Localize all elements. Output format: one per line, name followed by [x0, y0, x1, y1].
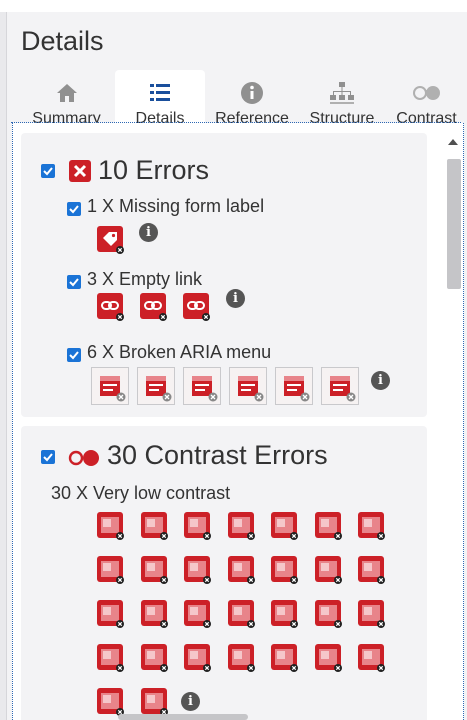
broken-aria-menu-icon[interactable]	[321, 367, 359, 405]
info-icon	[241, 82, 263, 104]
very-low-contrast-icon[interactable]	[314, 600, 343, 628]
broken-aria-menu-text: 6 X Broken ARIA menu	[87, 342, 272, 362]
page-title: Details	[21, 26, 104, 56]
check-icon	[69, 351, 79, 360]
empty-link-checkbox[interactable]	[67, 275, 81, 289]
broken-aria-menu-icon[interactable]	[91, 367, 129, 405]
very-low-contrast-icon[interactable]	[140, 688, 169, 716]
very-low-contrast-icon[interactable]	[140, 644, 169, 672]
empty-link-icon[interactable]	[97, 293, 125, 321]
contrast-group: 30 Contrast Errors 30 X Very low contras…	[21, 426, 427, 720]
very-low-contrast-icon[interactable]	[271, 556, 299, 584]
errors-group: 10 Errors 1 X Missing form label i 3 X E…	[21, 133, 427, 417]
very-low-contrast-icon[interactable]	[271, 644, 299, 672]
very-low-contrast-icon[interactable]	[358, 600, 386, 628]
contrast-icon	[412, 86, 440, 100]
empty-link-icon[interactable]	[183, 293, 211, 321]
very-low-contrast-icon[interactable]	[271, 512, 299, 540]
very-low-contrast-icon[interactable]	[97, 600, 125, 628]
broken-aria-menu-icon[interactable]	[183, 367, 221, 405]
check-icon	[43, 453, 53, 462]
very-low-contrast-icon[interactable]	[97, 512, 125, 540]
details-content: 10 Errors 1 X Missing form label i 3 X E…	[12, 123, 464, 720]
very-low-contrast-icon[interactable]	[140, 512, 169, 540]
very-low-contrast-icon[interactable]	[358, 512, 386, 540]
very-low-contrast-icon[interactable]	[271, 600, 299, 628]
missing-form-label-checkbox[interactable]	[67, 202, 81, 216]
very-low-contrast-icon[interactable]	[184, 512, 212, 540]
errors-group-checkbox[interactable]	[41, 164, 55, 178]
very-low-contrast-icon[interactable]	[314, 512, 343, 540]
very-low-contrast-icon[interactable]	[140, 556, 169, 584]
missing-form-label-info-icon[interactable]: i	[139, 223, 158, 242]
very-low-contrast-icon[interactable]	[97, 644, 125, 672]
home-icon	[56, 84, 77, 102]
broken-aria-menu-checkbox[interactable]	[67, 348, 81, 362]
very-low-contrast-icon[interactable]	[97, 688, 125, 716]
contrast-group-checkbox[interactable]	[41, 450, 55, 464]
very-low-contrast-text: 30 X Very low contrast	[51, 483, 231, 503]
empty-link-info-icon[interactable]: i	[226, 289, 245, 308]
error-icon	[69, 160, 91, 182]
check-icon	[69, 278, 79, 287]
top-strip	[0, 0, 467, 12]
very-low-contrast-icon[interactable]	[184, 644, 212, 672]
very-low-contrast-icon[interactable]	[184, 556, 212, 584]
check-icon	[69, 205, 79, 214]
scroll-up-arrow-icon[interactable]	[448, 139, 458, 145]
very-low-contrast-icon[interactable]	[314, 556, 343, 584]
very-low-contrast-icon[interactable]	[184, 600, 212, 628]
scroll-thumb[interactable]	[447, 159, 461, 289]
empty-link-icon[interactable]	[140, 293, 168, 321]
very-low-contrast-icon[interactable]	[97, 556, 125, 584]
very-low-contrast-icon[interactable]	[227, 644, 256, 672]
very-low-contrast-icon[interactable]	[227, 512, 256, 540]
very-low-contrast-icon[interactable]	[140, 600, 169, 628]
very-low-contrast-icon[interactable]	[358, 556, 386, 584]
horizontal-scrollbar[interactable]	[118, 714, 248, 720]
broken-aria-menu-info-icon[interactable]: i	[371, 371, 390, 390]
contrast-error-icon	[68, 450, 99, 466]
very-low-contrast-icon[interactable]	[227, 556, 256, 584]
broken-aria-menu-icon[interactable]	[137, 367, 175, 405]
broken-aria-menu-icon[interactable]	[275, 367, 313, 405]
list-icon	[150, 84, 170, 101]
empty-link-text: 3 X Empty link	[87, 269, 203, 289]
errors-group-title: 10 Errors	[98, 155, 210, 185]
missing-form-label-text: 1 X Missing form label	[87, 196, 265, 216]
sitemap-icon	[330, 82, 354, 104]
check-icon	[43, 167, 53, 176]
vertical-scrollbar[interactable]	[445, 137, 461, 717]
broken-aria-menu-icon[interactable]	[229, 367, 267, 405]
missing-form-label-icon[interactable]	[97, 226, 125, 254]
very-low-contrast-icon[interactable]	[314, 644, 343, 672]
very-low-contrast-info-icon[interactable]: i	[181, 692, 200, 711]
very-low-contrast-icon[interactable]	[358, 644, 386, 672]
very-low-contrast-icon[interactable]	[227, 600, 256, 628]
contrast-group-title: 30 Contrast Errors	[107, 440, 328, 470]
